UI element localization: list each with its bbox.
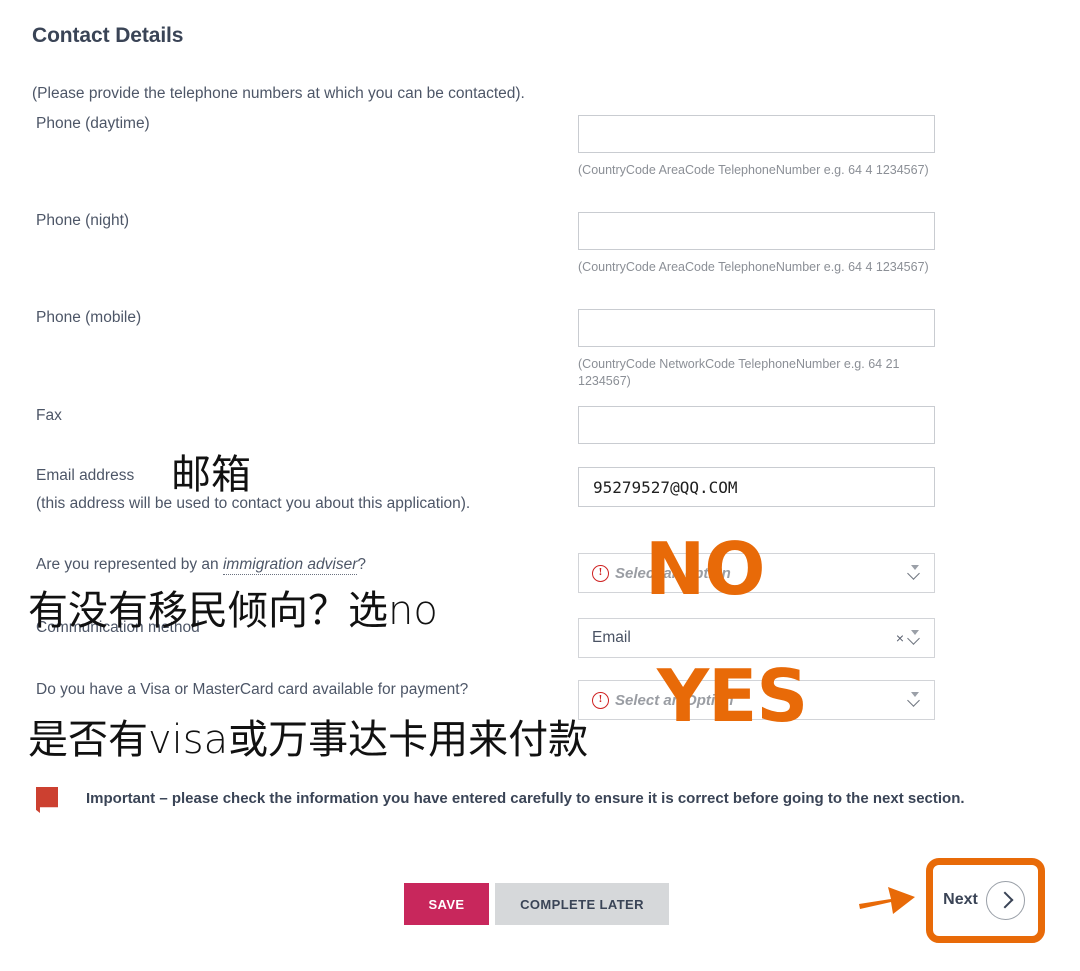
- annotation-payment-chinese: 是否有visa或万事达卡用来付款: [28, 717, 589, 763]
- phone-night-hint: (CountryCode AreaCode TelephoneNumber e.…: [578, 260, 929, 274]
- annotation-payment-answer-yes: YES: [657, 654, 808, 738]
- email-sublabel: (this address will be used to contact yo…: [36, 495, 471, 512]
- communication-method-value: Email: [592, 629, 631, 646]
- contact-details-form-page: Contact Details (Please provide the tele…: [0, 0, 1080, 971]
- communication-select-tools[interactable]: ×: [896, 629, 924, 647]
- email-label: Email address: [36, 467, 135, 484]
- payment-select-tools[interactable]: [907, 691, 924, 709]
- page-title: Contact Details: [32, 24, 184, 47]
- save-button[interactable]: SAVE: [404, 883, 489, 925]
- error-exclamation-icon: !: [592, 564, 609, 582]
- adviser-label-text-before: Are you represented by an: [36, 556, 223, 573]
- fax-input[interactable]: [578, 406, 935, 444]
- chevron-right-circle-icon: [985, 880, 1025, 920]
- orange-arrow-right-icon: [859, 887, 915, 914]
- phone-night-label: Phone (night): [36, 212, 130, 229]
- clear-x-icon[interactable]: ×: [896, 631, 904, 645]
- immigration-adviser-label: Are you represented by an immigration ad…: [36, 556, 366, 575]
- error-exclamation-icon: !: [592, 691, 609, 709]
- communication-method-select[interactable]: Email ×: [578, 618, 935, 658]
- phone-daytime-input[interactable]: [578, 115, 935, 153]
- phone-daytime-hint: (CountryCode AreaCode TelephoneNumber e.…: [578, 163, 929, 177]
- phone-mobile-label: Phone (mobile): [36, 309, 142, 326]
- annotation-adviser-chinese: 有没有移民倾向？选no: [28, 588, 438, 634]
- email-input[interactable]: [578, 467, 935, 507]
- next-button-label: Next: [943, 891, 978, 908]
- annotation-email-chinese: 邮箱: [171, 452, 251, 498]
- phone-night-input[interactable]: [578, 212, 935, 250]
- important-notice-text: Important – please check the information…: [86, 790, 965, 807]
- red-flag-icon: [36, 787, 58, 813]
- chevron-down-icon[interactable]: [907, 691, 924, 709]
- fax-label: Fax: [36, 407, 62, 424]
- payment-card-label: Do you have a Visa or MasterCard card av…: [36, 681, 469, 698]
- intro-note: (Please provide the telephone numbers at…: [32, 85, 525, 102]
- adviser-label-text-after: ?: [357, 556, 366, 573]
- chevron-down-icon[interactable]: [907, 564, 924, 582]
- phone-daytime-label: Phone (daytime): [36, 115, 150, 132]
- immigration-adviser-link[interactable]: immigration adviser: [222, 556, 358, 575]
- next-button[interactable]: Next: [936, 872, 1032, 928]
- phone-mobile-hint: (CountryCode NetworkCode TelephoneNumber…: [578, 357, 900, 388]
- complete-later-button[interactable]: COMPLETE LATER: [495, 883, 669, 925]
- annotation-adviser-answer-no: NO: [645, 527, 765, 611]
- chevron-down-icon[interactable]: [907, 629, 924, 647]
- adviser-select-tools[interactable]: [907, 564, 924, 582]
- phone-mobile-input[interactable]: [578, 309, 935, 347]
